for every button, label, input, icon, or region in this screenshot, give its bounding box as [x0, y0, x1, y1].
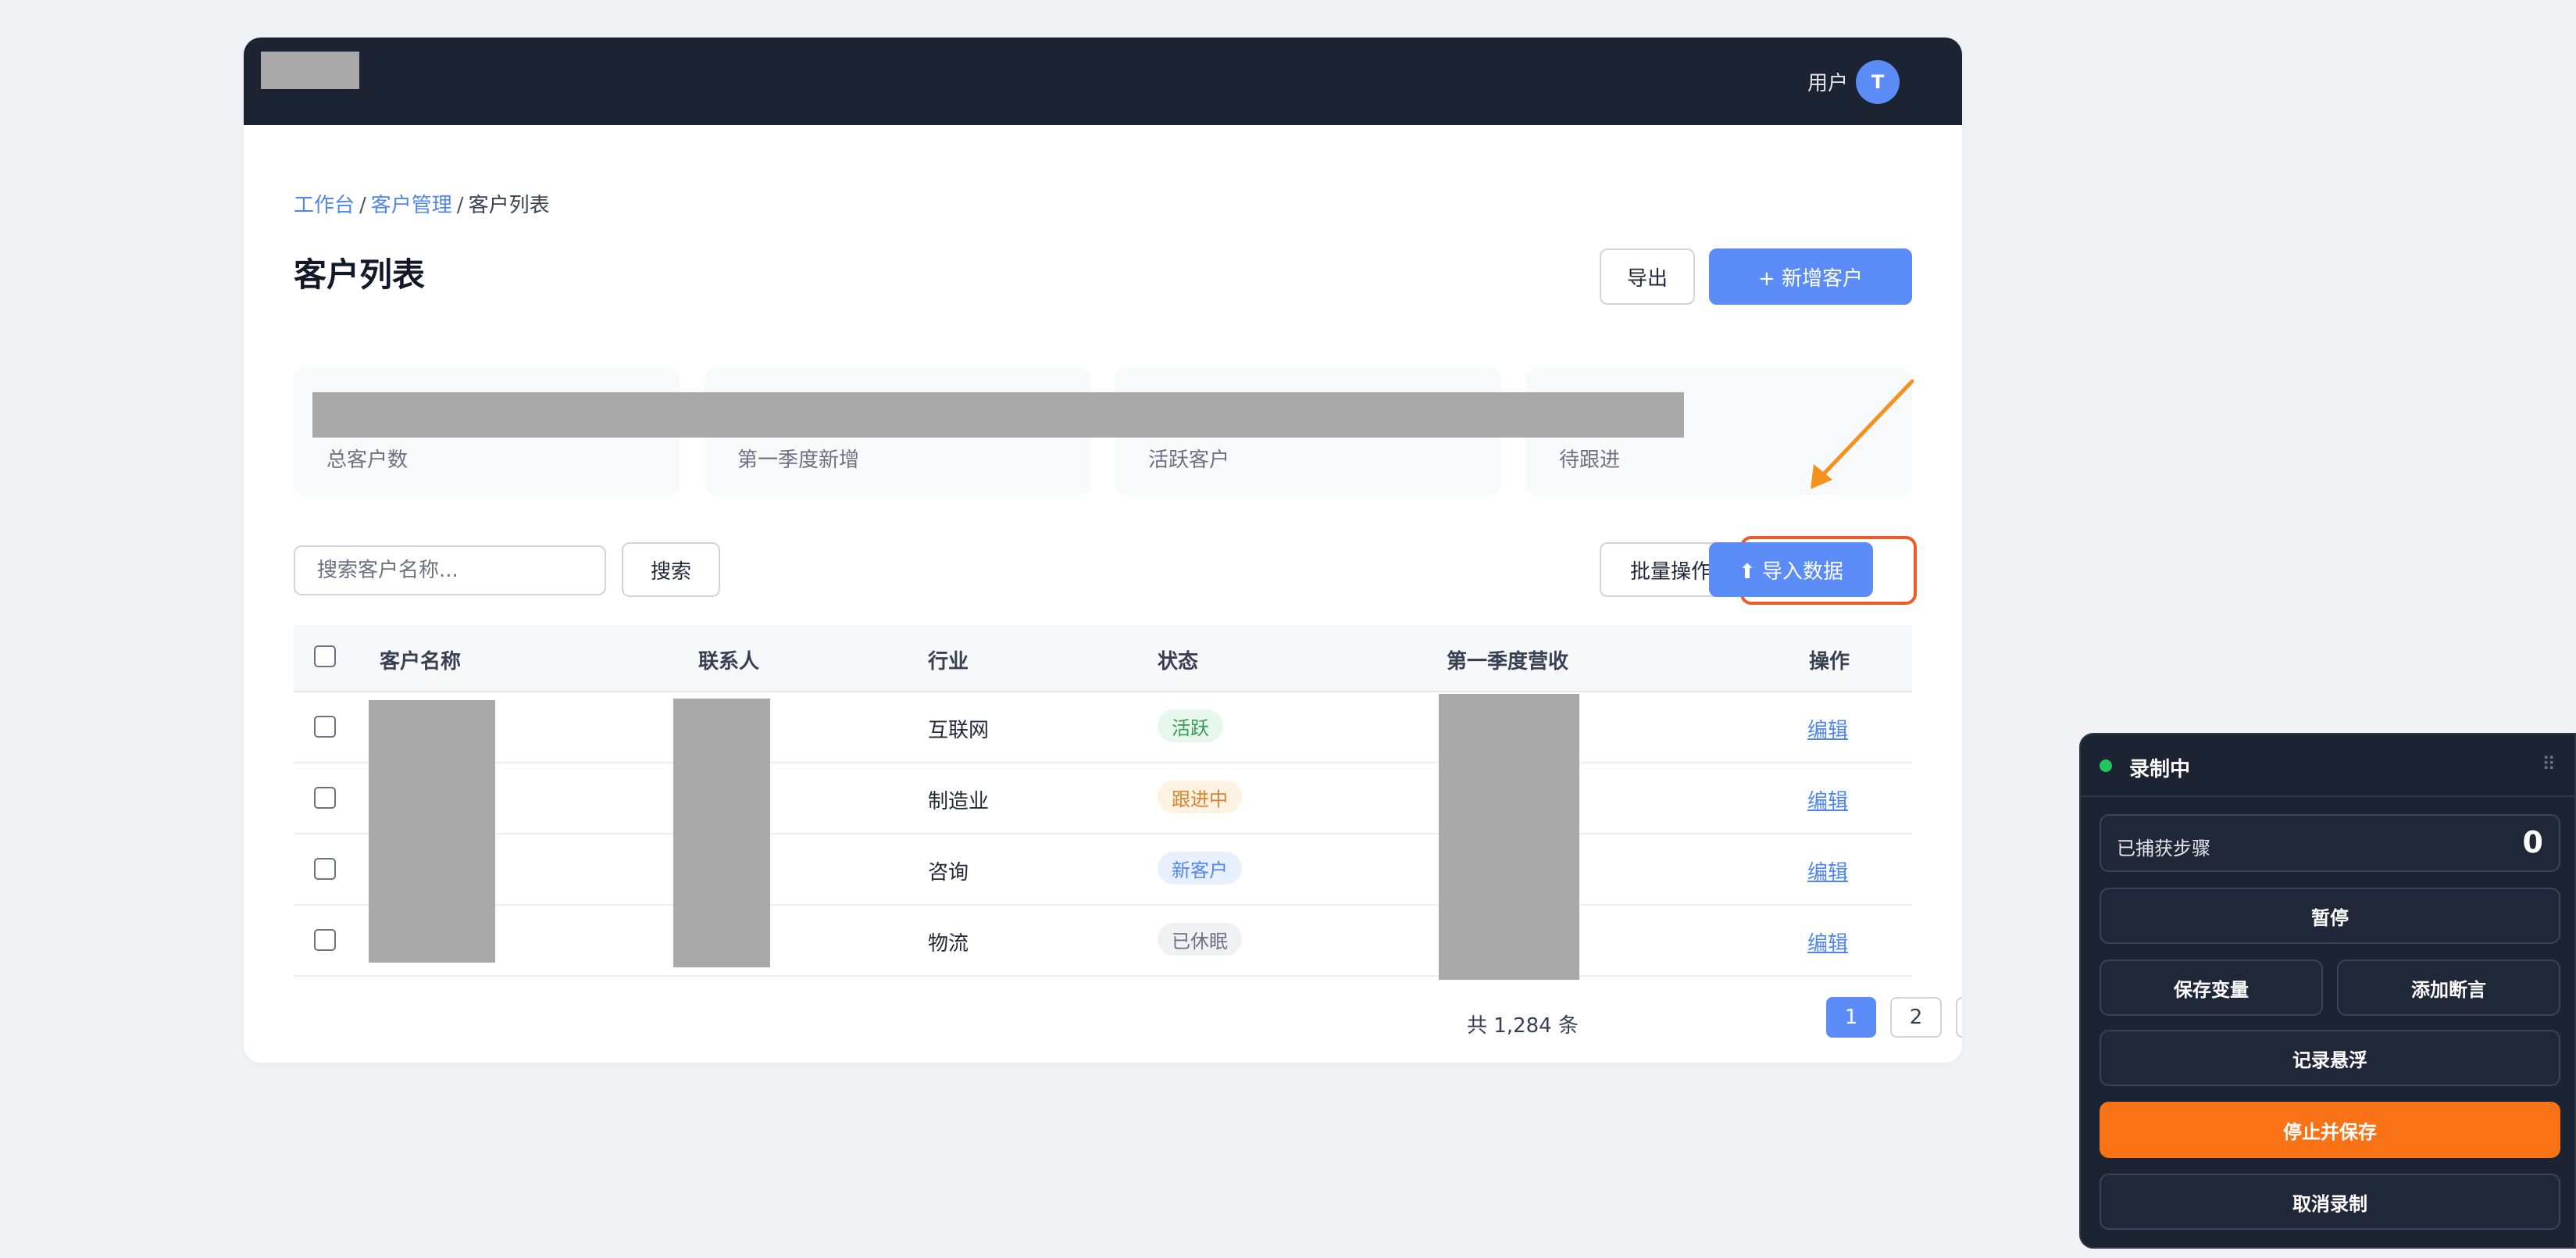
redacted-contacts — [673, 699, 770, 967]
row-checkbox[interactable] — [314, 716, 336, 738]
pagination-total: 共 1,284 条 — [1467, 1014, 1579, 1038]
column-header: 第一季度营收 — [1447, 650, 1569, 674]
search-input[interactable] — [294, 545, 606, 595]
stat-label: 第一季度新增 — [737, 449, 860, 472]
stat-label: 待跟进 — [1559, 449, 1621, 472]
row-checkbox[interactable] — [314, 929, 336, 951]
customer-table: 客户名称 联系人 行业 状态 第一季度营收 操作 互联网 活跃 编辑 制造业 跟… — [294, 625, 1912, 980]
search-button[interactable]: 搜索 — [622, 542, 720, 597]
column-header: 操作 — [1809, 650, 1850, 674]
table-row: 咨询 新客户 编辑 — [294, 834, 1912, 906]
row-checkbox[interactable] — [314, 787, 336, 809]
status-badge: 已休眠 — [1158, 923, 1242, 956]
page-button-2[interactable]: 2 — [1890, 997, 1942, 1038]
stat-label: 活跃客户 — [1148, 449, 1230, 472]
stop-and-save-button[interactable]: 停止并保存 — [2100, 1102, 2560, 1158]
export-button[interactable]: 导出 — [1600, 248, 1695, 305]
edit-link[interactable]: 编辑 — [1807, 785, 1848, 814]
page-button-1[interactable]: 1 — [1826, 997, 1876, 1038]
add-assertion-button[interactable]: 添加断言 — [2337, 960, 2560, 1016]
breadcrumb-workbench[interactable]: 工作台 — [294, 194, 355, 217]
recorder-title: 录制中 — [2129, 758, 2191, 781]
captured-steps-count: 0 — [2522, 825, 2543, 860]
add-customer-button[interactable]: + 新增客户 — [1709, 248, 1912, 305]
edit-link[interactable]: 编辑 — [1807, 927, 1848, 956]
pause-button[interactable]: 暂停 — [2100, 888, 2560, 944]
redacted-customer-names — [369, 700, 495, 963]
industry-cell: 互联网 — [928, 719, 990, 742]
table-header: 客户名称 联系人 行业 状态 第一季度营收 操作 — [294, 625, 1912, 692]
status-badge: 新客户 — [1158, 852, 1242, 885]
column-header: 行业 — [928, 650, 969, 674]
column-header: 状态 — [1158, 650, 1199, 674]
page-button-3[interactable]: 3 — [1956, 997, 1962, 1038]
drag-handle-icon[interactable]: ⠿ — [2542, 753, 2556, 775]
top-navbar: 用户 T — [244, 38, 1962, 125]
cancel-recording-button[interactable]: 取消录制 — [2100, 1174, 2560, 1230]
logo — [261, 52, 359, 89]
record-hover-button[interactable]: 记录悬浮 — [2100, 1030, 2560, 1086]
edit-link[interactable]: 编辑 — [1807, 714, 1848, 743]
industry-cell: 制造业 — [928, 790, 990, 813]
recorder-header: 录制中 ⠿ — [2081, 734, 2574, 797]
table-row: 制造业 跟进中 编辑 — [294, 763, 1912, 834]
edit-link[interactable]: 编辑 — [1807, 856, 1848, 885]
status-badge: 跟进中 — [1158, 781, 1242, 813]
captured-steps-label: 已捕获步骤 — [2117, 838, 2210, 860]
import-data-button[interactable]: ⬆ 导入数据 — [1709, 542, 1873, 597]
user-label: 用户 — [1807, 72, 1848, 95]
recording-indicator-icon — [2100, 759, 2112, 772]
save-variable-button[interactable]: 保存变量 — [2100, 960, 2323, 1016]
breadcrumb-separator: / — [359, 194, 366, 217]
industry-cell: 物流 — [928, 932, 969, 956]
table-row: 物流 已休眠 编辑 — [294, 906, 1912, 977]
redacted-revenue — [1439, 694, 1579, 980]
stat-label: 总客户数 — [326, 449, 409, 472]
status-badge: 活跃 — [1158, 709, 1223, 742]
avatar[interactable]: T — [1856, 60, 1900, 104]
breadcrumb-current: 客户列表 — [468, 194, 550, 217]
captured-steps: 已捕获步骤 0 — [2100, 814, 2560, 872]
select-all-checkbox[interactable] — [314, 645, 336, 667]
column-header: 联系人 — [698, 650, 760, 674]
redacted-stat-values — [312, 392, 1684, 438]
table-row: 互联网 活跃 编辑 — [294, 692, 1912, 763]
breadcrumb-separator: / — [456, 194, 464, 217]
column-header: 客户名称 — [380, 650, 462, 674]
recorder-panel: 录制中 ⠿ 已捕获步骤 0 暂停 保存变量 添加断言 记录悬浮 停止并保存 取消… — [2079, 733, 2576, 1249]
annotation-arrow-icon — [1811, 379, 1914, 489]
breadcrumb: 工作台 / 客户管理 / 客户列表 — [294, 189, 550, 218]
row-checkbox[interactable] — [314, 858, 336, 880]
app-window: 用户 T 工作台 / 客户管理 / 客户列表 客户列表 导出 + 新增客户 总客户数 第… — [244, 38, 1962, 1063]
page-title: 客户列表 — [294, 256, 426, 294]
industry-cell: 咨询 — [928, 861, 969, 885]
breadcrumb-customer-management[interactable]: 客户管理 — [371, 194, 452, 217]
